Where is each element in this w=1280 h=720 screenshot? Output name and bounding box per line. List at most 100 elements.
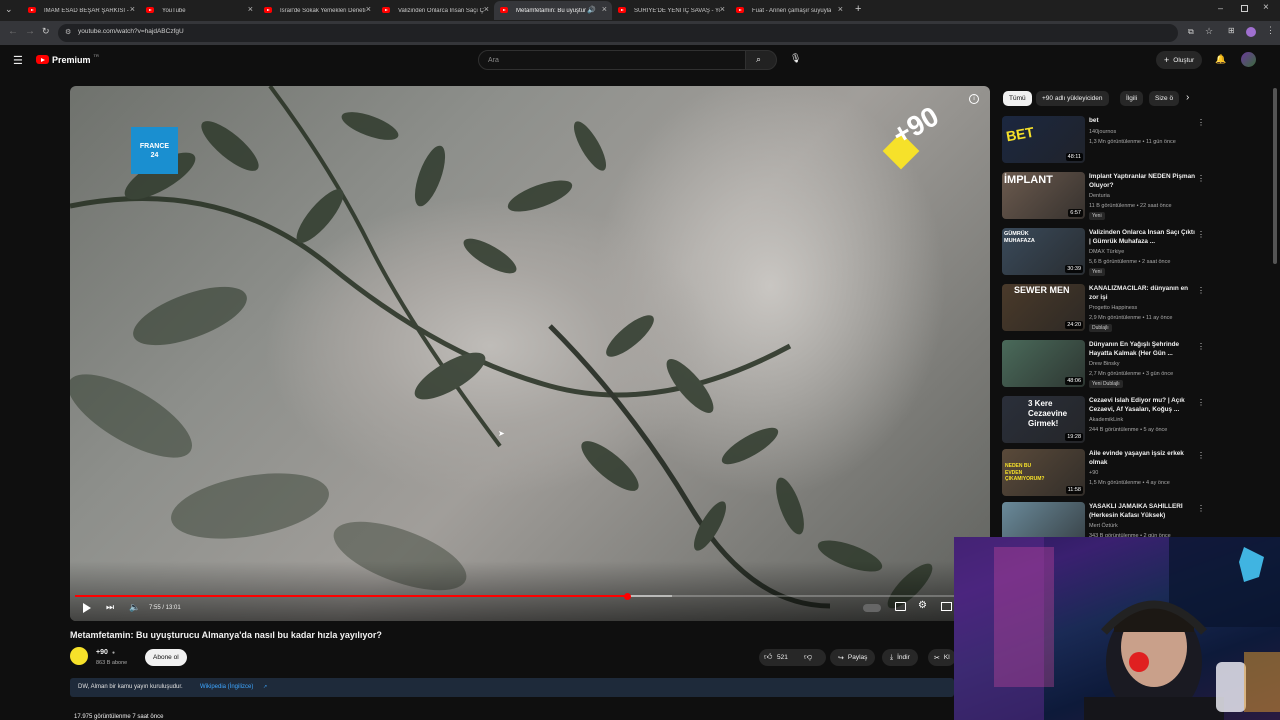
next-icon[interactable]: ⏭ [106,602,114,613]
browser-tab-active[interactable]: Metamfetamin: Bu uyuştur 🔊 × [494,1,612,20]
recommendation-channel[interactable]: Drew Binsky [1089,361,1120,367]
site-info-icon[interactable]: ⚙ [65,28,71,36]
new-tab-icon[interactable]: + [855,3,861,15]
recommendation-item[interactable]: İMPLANT 6:57 İmplant Yaptıranlar NEDEN P… [1002,172,1272,222]
search-input[interactable]: Ara [478,50,746,70]
channel-avatar[interactable] [70,647,88,665]
close-tab-icon[interactable]: × [838,4,843,14]
browser-tab[interactable]: YouTube × [140,1,258,20]
close-window-icon[interactable]: × [1263,2,1269,13]
minimize-icon[interactable]: – [1218,3,1223,13]
chip-all[interactable]: Tümü [1003,91,1032,106]
close-tab-icon[interactable]: × [366,4,371,14]
video-thumbnail[interactable]: BET 48:11 [1002,116,1085,163]
recommendation-title[interactable]: YASAKLI JAMAIKA SAHİLLERİ (Herkesin Kafa… [1089,503,1197,520]
more-options-icon[interactable]: ⋮ [1197,174,1205,183]
account-avatar[interactable] [1241,52,1256,67]
recommendation-channel[interactable]: DMAX Türkiye [1089,249,1124,255]
recommendation-channel[interactable]: 140journos [1089,129,1116,135]
chip-related[interactable]: İlgili [1120,91,1144,106]
close-tab-icon[interactable]: × [602,4,607,14]
subtitles-icon[interactable] [895,602,906,611]
address-bar[interactable]: ⚙ youtube.com/watch?v=hajdABCzfgU ⧉ ☆ [58,24,1213,42]
chip-for-you[interactable]: Size ö [1149,91,1180,106]
more-options-icon[interactable]: ⋮ [1197,451,1205,460]
more-options-icon[interactable]: ⋮ [1197,398,1205,407]
dislike-button[interactable]: 👎︎ [804,652,812,662]
download-button[interactable]: ⤓ İndir [882,649,918,666]
forward-icon[interactable]: → [25,26,35,37]
progress-scrubber[interactable] [623,592,631,600]
close-tab-icon[interactable]: × [130,4,135,14]
volume-icon[interactable]: 🔈 [129,602,140,613]
autoplay-toggle[interactable] [863,604,881,612]
youtube-logo[interactable]: Premium TR [36,53,99,66]
like-button[interactable]: 👍︎ [764,652,772,662]
browser-tab[interactable]: SURİYE'DE YENİ İÇ SAVAŞ - You × [612,1,730,20]
cast-icon[interactable]: ⧉ [1188,27,1194,37]
video-player[interactable]: FRANCE 24 +90 i ➤ ⏭ 🔈 7:55 / 13:01 ⚙ [70,86,990,621]
chevron-right-icon[interactable]: › [1186,92,1189,103]
video-thumbnail[interactable]: 3 Kere Cezaevine Girmek! 19:28 [1002,396,1085,443]
recommendation-item[interactable]: BET 48:11 bet 140journos 1,3 Mn görüntül… [1002,116,1272,166]
channel-name[interactable]: +90 [96,649,108,656]
recommendation-channel[interactable]: Mert Öztürk [1089,523,1118,529]
recommendation-title[interactable]: Aile evinde yaşayan işsiz erkek olmak [1089,450,1197,467]
page-scrollbar[interactable] [1273,88,1277,264]
browser-tab[interactable]: İMAM ESAD BEŞAR ŞARKISI - Yo × [22,1,140,20]
browser-menu-icon[interactable]: ⋮ [1266,25,1275,36]
recommendation-item[interactable]: 3 Kere Cezaevine Girmek! 19:28 Cezaevi I… [1002,396,1272,446]
progress-bar[interactable] [75,592,985,600]
back-icon[interactable]: ← [8,26,18,37]
recommendation-title[interactable]: KANALİZMACILAR: dünyanın en zor işi [1089,285,1197,302]
recommendation-title[interactable]: Cezaevi Islah Ediyor mu? | Açık Cezaevi,… [1089,397,1197,414]
recommendation-channel[interactable]: AkademikLink [1089,417,1123,423]
recommendation-title[interactable]: bet [1089,117,1197,126]
browser-tab[interactable]: Fuat - Annen çamaşır suyuyla × [730,1,848,20]
more-options-icon[interactable]: ⋮ [1197,230,1205,239]
more-options-icon[interactable]: ⋮ [1197,286,1205,295]
close-tab-icon[interactable]: × [484,4,489,14]
recommendation-item[interactable]: 48:06 Dünyanın En Yağışlı Şehrinde Hayat… [1002,340,1272,390]
browser-tab[interactable]: Valizinden Onlarca İnsan Saçı Ç × [376,1,494,20]
audio-playing-icon[interactable]: 🔊 [587,6,596,14]
video-thumbnail[interactable]: SEWER MEN 24:20 [1002,284,1085,331]
create-button[interactable]: + Oluştur [1156,51,1203,69]
close-tab-icon[interactable]: × [248,4,253,14]
share-button[interactable]: ↪ Paylaş [830,649,876,666]
recommendation-item[interactable]: SEWER MEN 24:20 KANALİZMACILAR: dünyanın… [1002,284,1272,334]
recommendation-channel[interactable]: Denturia [1089,193,1110,199]
search-button[interactable]: ⌕ [745,50,777,70]
extensions-icon[interactable]: ⊞ [1228,26,1235,35]
video-thumbnail[interactable]: 48:06 [1002,340,1085,387]
voice-search-icon[interactable]: 🎙 [790,53,801,64]
bookmark-star-icon[interactable]: ☆ [1205,26,1213,37]
more-options-icon[interactable]: ⋮ [1197,118,1205,127]
browser-tab[interactable]: İsrail'de Sokak Yemekleri Deneti × [258,1,376,20]
reload-icon[interactable]: ↻ [42,26,50,37]
clip-button[interactable]: ✂ Kl [928,649,956,666]
chip-from-uploader[interactable]: +90 adlı yükleyiciden [1036,91,1109,106]
wikipedia-link[interactable]: Wikipedia (İngilizce) [200,684,253,690]
more-options-icon[interactable]: ⋮ [1197,342,1205,351]
recommendation-item[interactable]: NEDEN BU EVDEN ÇIKAMIYORUM? 11:58 Aile e… [1002,449,1272,499]
recommendation-item[interactable]: GÜMRÜK MUHAFAZA 30:39 Valizinden Onlarca… [1002,228,1272,278]
miniplayer-icon[interactable] [941,602,952,611]
recommendation-channel[interactable]: Progetto Happiness [1089,305,1137,311]
more-options-icon[interactable]: ⋮ [1197,504,1205,513]
profile-avatar[interactable] [1246,27,1256,37]
recommendation-title[interactable]: İmplant Yaptıranlar NEDEN Pişman Oluyor? [1089,173,1197,190]
notifications-bell-icon[interactable]: 🔔 [1215,54,1226,65]
tab-search-icon[interactable]: ⌄ [5,4,13,15]
video-thumbnail[interactable]: NEDEN BU EVDEN ÇIKAMIYORUM? 11:58 [1002,449,1085,496]
settings-gear-icon[interactable]: ⚙ [918,600,927,611]
hamburger-menu-icon[interactable]: ☰ [13,54,23,67]
recommendation-title[interactable]: Valizinden Onlarca İnsan Saçı Çıktı | Gü… [1089,229,1197,246]
play-icon[interactable] [83,603,91,613]
video-thumbnail[interactable]: GÜMRÜK MUHAFAZA 30:39 [1002,228,1085,275]
video-thumbnail[interactable]: İMPLANT 6:57 [1002,172,1085,219]
subscribe-button[interactable]: Abone ol [145,649,187,666]
recommendation-channel[interactable]: +90 [1089,470,1098,476]
info-icon[interactable]: i [969,94,979,104]
recommendation-title[interactable]: Dünyanın En Yağışlı Şehrinde Hayatta Kal… [1089,341,1197,358]
